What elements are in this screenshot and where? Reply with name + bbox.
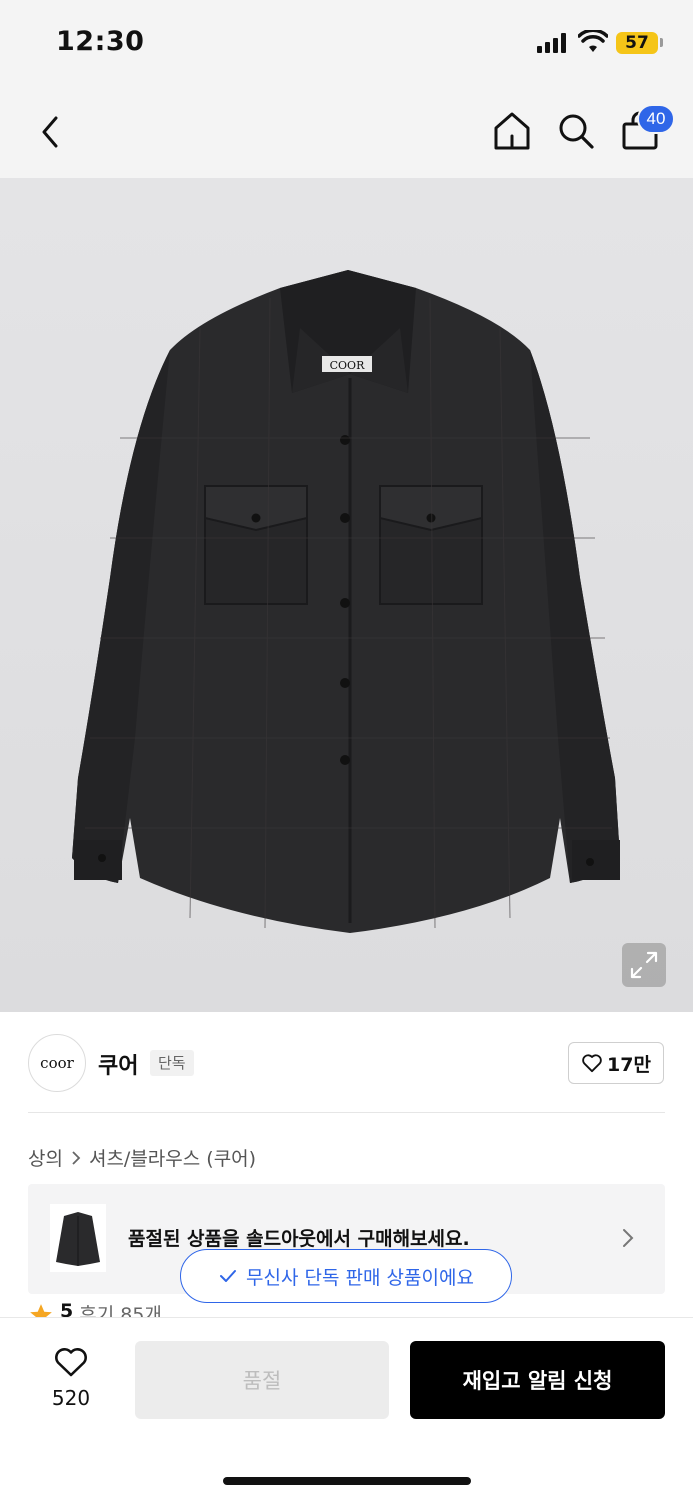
wishlist-count: 520: [51, 1386, 91, 1410]
battery-level: 57: [616, 32, 658, 54]
banner-text: 품절된 상품을 솔드아웃에서 구매해보세요.: [128, 1228, 470, 1250]
jacket-label-text: COOR: [330, 359, 365, 372]
check-icon: [220, 1270, 237, 1282]
brand-like-count: 17만: [607, 1053, 651, 1076]
heart-outline-icon: [55, 1348, 87, 1377]
soldout-button: 품절: [135, 1341, 389, 1419]
product-image[interactable]: COOR: [0, 178, 693, 1012]
home-icon[interactable]: [492, 110, 532, 152]
status-bar: 12:30 57: [0, 0, 693, 88]
brand-like-button[interactable]: 17만: [568, 1042, 664, 1084]
chevron-right-icon: [623, 1229, 634, 1247]
breadcrumb-item-top[interactable]: 상의: [28, 1144, 63, 1171]
jacket-illustration: COOR: [72, 270, 620, 933]
expand-icon: [630, 951, 658, 979]
breadcrumb-item-category[interactable]: 셔츠/블라우스 (쿠어): [89, 1144, 256, 1171]
battery-tip: [660, 38, 663, 47]
wifi-icon: [578, 30, 608, 52]
home-indicator: [223, 1477, 471, 1485]
expand-image-button[interactable]: [622, 943, 666, 987]
cart-count-badge: 40: [637, 104, 675, 134]
search-icon[interactable]: [556, 110, 596, 152]
section-divider: [28, 1112, 665, 1113]
chevron-right-icon: [72, 1150, 81, 1165]
status-time: 12:30: [56, 26, 145, 57]
exclusive-notice-text: 무신사 단독 판매 상품이에요: [246, 1266, 474, 1289]
breadcrumb: 상의 셔츠/블라우스 (쿠어): [28, 1144, 256, 1171]
heart-outline-icon: [582, 1054, 602, 1073]
cellular-signal-icon: [537, 33, 566, 53]
exclusive-notice-pill: 무신사 단독 판매 상품이에요: [180, 1249, 512, 1303]
restock-alert-button[interactable]: 재입고 알림 신청: [410, 1341, 665, 1419]
wishlist-button[interactable]: 520: [36, 1344, 106, 1414]
brand-name[interactable]: 쿠어: [98, 1048, 138, 1080]
brand-logo[interactable]: coor: [28, 1034, 86, 1092]
brand-row: coor 쿠어 단독 17만: [0, 1012, 693, 1112]
banner-product-thumbnail: [50, 1204, 106, 1272]
exclusive-tag: 단독: [150, 1050, 194, 1076]
top-nav-bar: 40: [0, 88, 693, 178]
bottom-action-bar: 520 품절 재입고 알림 신청: [0, 1317, 693, 1500]
back-arrow-icon[interactable]: [36, 112, 64, 152]
